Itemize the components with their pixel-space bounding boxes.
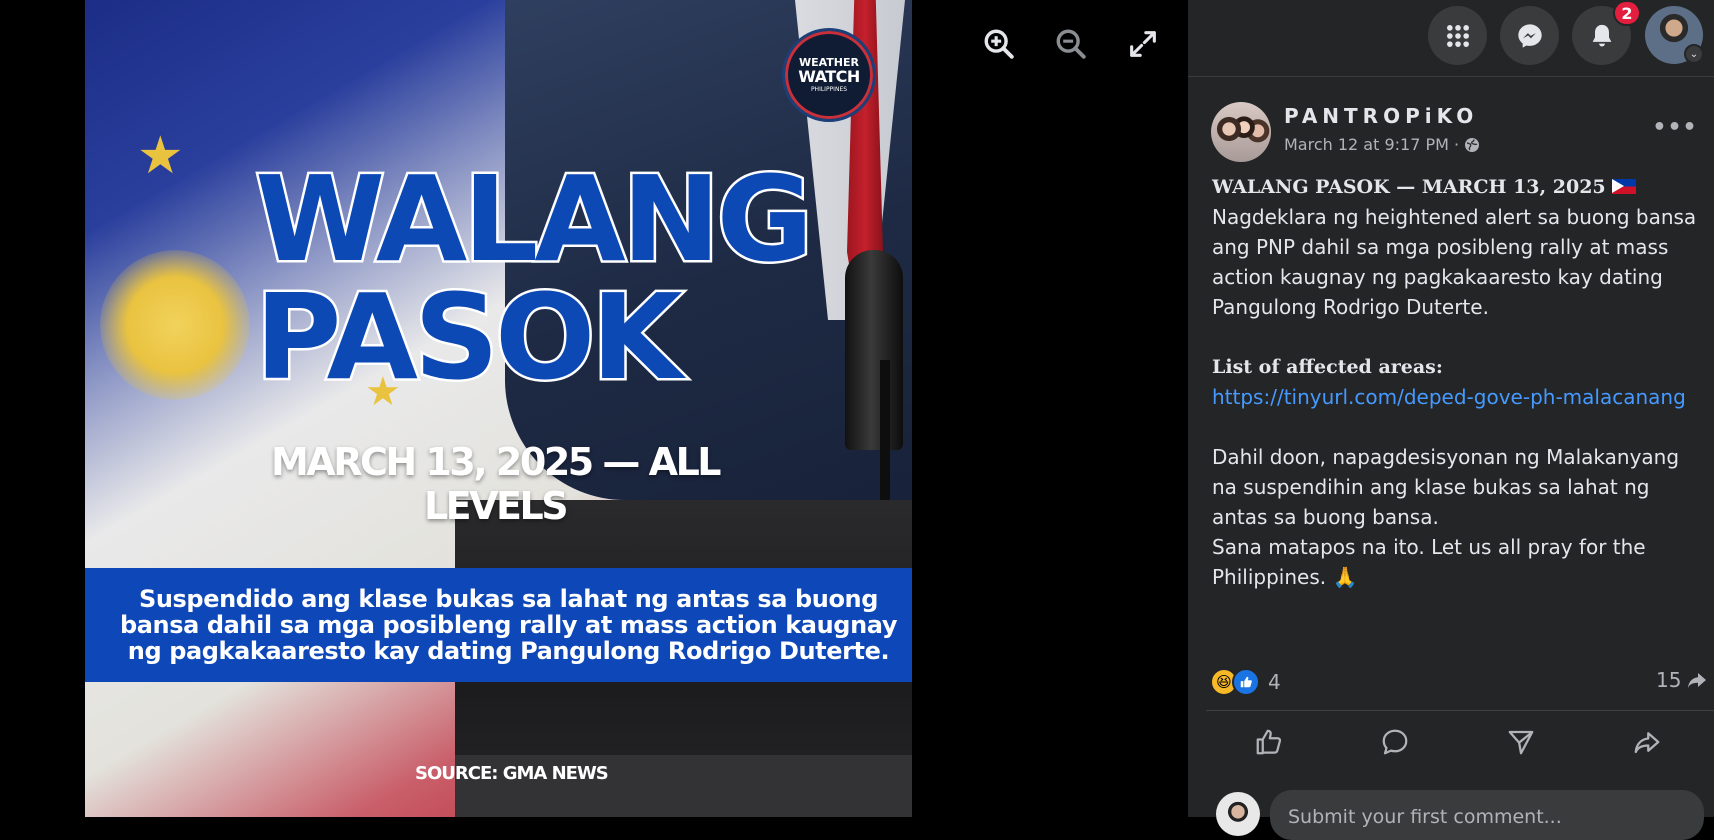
comment-bubble-icon	[1382, 729, 1408, 755]
post-paragraph: Sana matapos na ito. Let us all pray for…	[1212, 535, 1646, 589]
logo-line3: PHILIPPINES	[810, 85, 848, 93]
logo-line2: WATCH	[798, 66, 860, 86]
messenger-button[interactable]	[1500, 6, 1559, 65]
like-reaction-icon	[1232, 668, 1260, 696]
send-icon	[1508, 730, 1534, 755]
post-body: WALANG PASOK — MARCH 13, 2025 Nagdeklara…	[1212, 171, 1704, 592]
zoom-in-icon	[984, 29, 1014, 59]
post-headline: WALANG PASOK — MARCH 13, 2025	[1212, 176, 1606, 198]
menu-button[interactable]	[1428, 6, 1487, 65]
post-paragraph: Nagdeklara ng heightened alert sa buong …	[1212, 205, 1697, 319]
post-timestamp[interactable]: March 12 at 9:17 PM ·	[1284, 135, 1459, 154]
thumbs-up-icon	[1256, 729, 1282, 755]
post-meta: March 12 at 9:17 PM ·	[1284, 135, 1480, 154]
image-headline: WALANG PASOK	[85, 150, 816, 406]
post-list-heading: List of affected areas:	[1212, 356, 1443, 378]
philippines-flag-icon	[1612, 179, 1636, 194]
photo-viewer: ★ ★ WEATHER WATCH PHILIPPINES WALANG PAS…	[0, 0, 1188, 817]
post-author[interactable]: PANTROPiKO	[1284, 104, 1478, 128]
headline-line2: PASOK	[253, 268, 686, 406]
logo-line1: WEATHER	[798, 55, 859, 69]
actions-divider	[1206, 710, 1714, 711]
post-options-button[interactable]: •••	[1652, 112, 1696, 142]
reaction-summary[interactable]: 😆 4	[1210, 668, 1281, 696]
image-caption-band: Suspendido ang klase bukas sa lahat ng a…	[85, 568, 912, 682]
weather-watch-logo: WEATHER WATCH PHILIPPINES	[782, 28, 876, 122]
messenger-icon	[1517, 23, 1542, 48]
account-chevron-icon[interactable]: ⌄	[1684, 44, 1704, 64]
post-link[interactable]: https://tinyurl.com/deped-gove-ph-malaca…	[1212, 382, 1704, 412]
bell-icon	[1592, 24, 1611, 46]
share-button[interactable]	[1625, 722, 1669, 762]
commenter-avatar	[1216, 792, 1260, 836]
post-paragraph: Dahil doon, napagdesisyonan ng Malakanya…	[1212, 445, 1680, 529]
comment-button[interactable]	[1373, 722, 1417, 762]
reaction-count: 4	[1268, 670, 1281, 694]
image-date-line: MARCH 13, 2025 — ALL LEVELS	[270, 440, 722, 528]
image-caption-text: Suspendido ang klase bukas sa lahat ng a…	[119, 585, 898, 665]
image-source: SOURCE: GMA NEWS	[415, 763, 609, 784]
post-image[interactable]: ★ ★ WEATHER WATCH PHILIPPINES WALANG PAS…	[85, 0, 912, 817]
microphone-graphic	[845, 250, 903, 450]
share-arrow-icon	[1688, 673, 1707, 688]
send-button[interactable]	[1499, 722, 1543, 762]
zoom-in-button[interactable]	[979, 24, 1019, 64]
grid-menu-icon	[1446, 24, 1469, 47]
zoom-out-icon	[1056, 29, 1086, 59]
comment-input[interactable]: Submit your first comment...	[1270, 790, 1704, 840]
globe-icon	[1464, 137, 1480, 153]
expand-icon	[1130, 31, 1156, 57]
headline-line1: WALANG	[253, 150, 816, 288]
zoom-out-button[interactable]	[1051, 24, 1091, 64]
share-count[interactable]: 15	[1656, 668, 1709, 692]
fullscreen-button[interactable]	[1123, 24, 1163, 64]
page-avatar[interactable]	[1211, 102, 1271, 162]
share-count-value: 15	[1656, 668, 1682, 692]
like-button[interactable]	[1247, 722, 1291, 762]
share-icon	[1634, 732, 1660, 754]
microphone-stand-graphic	[880, 360, 890, 500]
notification-badge: 2	[1613, 0, 1641, 26]
